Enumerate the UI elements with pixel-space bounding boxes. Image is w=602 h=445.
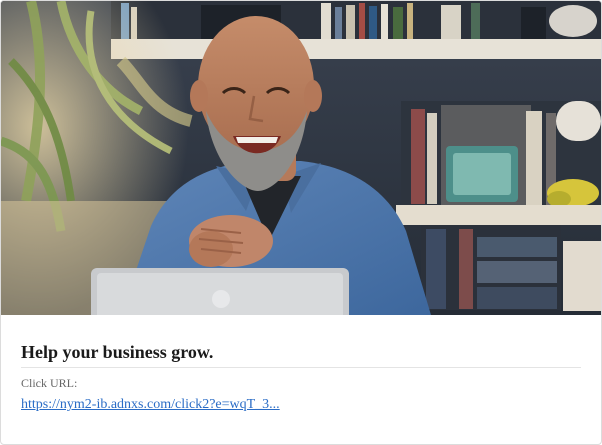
- ad-hero-image[interactable]: [1, 1, 601, 315]
- hero-illustration: [1, 1, 601, 315]
- ad-card: Help your business grow. Click URL: http…: [0, 0, 602, 445]
- click-url-label: Click URL:: [21, 376, 78, 390]
- divider: [21, 367, 581, 368]
- ad-headline: Help your business grow.: [21, 342, 214, 362]
- click-url-link[interactable]: https://nym2-ib.adnxs.com/click2?e=wqT_3…: [21, 396, 280, 413]
- ad-text-content: Help your business grow. Click URL: http…: [21, 315, 581, 413]
